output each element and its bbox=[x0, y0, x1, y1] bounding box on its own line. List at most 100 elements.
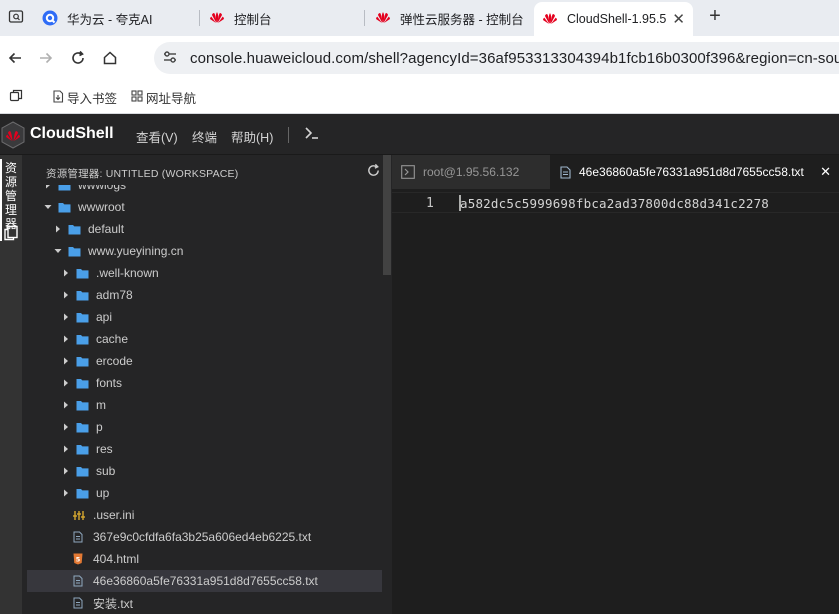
chevron-right-icon[interactable] bbox=[61, 400, 71, 410]
cloudshell-header: CloudShell 查看(V) 终端 帮助(H) bbox=[0, 114, 839, 155]
tree-item-label: api bbox=[96, 310, 113, 324]
tree-folder[interactable]: m bbox=[27, 394, 382, 416]
editor-tab-file[interactable]: 46e36860a5fe76331a951d8d7655cc58.txt ✕ bbox=[550, 155, 839, 189]
tree-item-label: sub bbox=[96, 464, 116, 478]
tree-folder[interactable]: www.yueyining.cn bbox=[27, 240, 382, 262]
tree-folder[interactable]: wwwlogs bbox=[27, 185, 382, 196]
tree-file[interactable]: 安装.txt bbox=[27, 592, 382, 614]
tree-folder[interactable]: adm78 bbox=[27, 284, 382, 306]
tree-folder[interactable]: res bbox=[27, 438, 382, 460]
chevron-down-icon[interactable] bbox=[53, 246, 63, 256]
menu-divider bbox=[288, 127, 289, 143]
tree-folder[interactable]: api bbox=[27, 306, 382, 328]
tree-item-label: m bbox=[96, 398, 106, 412]
tree-folder[interactable]: wwwroot bbox=[27, 196, 382, 218]
browser-tab-console[interactable]: 控制台 bbox=[209, 4, 359, 32]
bookmark-nav[interactable]: 网址导航 bbox=[131, 88, 196, 107]
chevron-right-icon[interactable] bbox=[61, 312, 71, 322]
browser-tab-ecs[interactable]: 弹性云服务器 - 控制台 bbox=[375, 4, 530, 32]
browser-tab-strip: 华为云 - 夸克AI 控制台 弹性云服务器 - 控制台 CloudShell-1… bbox=[0, 0, 839, 36]
chevron-down-icon[interactable] bbox=[43, 202, 53, 212]
text-file-icon bbox=[73, 597, 87, 609]
import-bookmark-icon bbox=[52, 89, 64, 106]
tab-groups-icon[interactable] bbox=[9, 89, 23, 108]
bookmark-label: 网址导航 bbox=[146, 92, 197, 106]
chevron-right-icon[interactable] bbox=[61, 378, 71, 388]
address-bar-row: console.huaweicloud.com/shell?agencyId=3… bbox=[0, 36, 839, 80]
tree-file[interactable]: .user.ini bbox=[27, 504, 382, 526]
chevron-right-icon[interactable] bbox=[61, 334, 71, 344]
site-settings-icon[interactable] bbox=[162, 49, 178, 70]
terminal-prompt-icon[interactable] bbox=[304, 126, 320, 144]
close-tab-icon[interactable]: ✕ bbox=[672, 10, 685, 28]
huawei-logo-icon bbox=[375, 10, 391, 26]
tree-folder[interactable]: .well-known bbox=[27, 262, 382, 284]
browser-tab-cloudshell[interactable]: CloudShell-1.95.5 ✕ bbox=[534, 2, 693, 36]
tree-item-label: adm78 bbox=[96, 288, 133, 302]
tree-file[interactable]: 46e36860a5fe76331a951d8d7655cc58.txt bbox=[27, 570, 382, 592]
config-file-icon bbox=[73, 509, 87, 521]
chevron-right-icon[interactable] bbox=[43, 185, 53, 190]
editor-tab-label: root@1.95.56.132 bbox=[423, 165, 520, 179]
chevron-right-icon[interactable] bbox=[61, 488, 71, 498]
chevron-right-icon[interactable] bbox=[61, 422, 71, 432]
folder-icon bbox=[76, 311, 90, 323]
explorer-scrollbar[interactable] bbox=[382, 155, 392, 614]
menu-terminal[interactable]: 终端 bbox=[192, 127, 217, 146]
folder-icon bbox=[76, 465, 90, 477]
tree-item-label: www.yueyining.cn bbox=[88, 244, 184, 258]
tree-folder[interactable]: sub bbox=[27, 460, 382, 482]
chevron-right-icon[interactable] bbox=[61, 268, 71, 278]
tree-folder[interactable]: fonts bbox=[27, 372, 382, 394]
chevron-right-icon[interactable] bbox=[61, 290, 71, 300]
folder-icon bbox=[76, 377, 90, 389]
tree-item-label: 404.html bbox=[93, 552, 140, 566]
folder-icon bbox=[58, 201, 72, 213]
tree-item-label: 安装.txt bbox=[93, 596, 134, 611]
scrollbar-thumb[interactable] bbox=[383, 155, 391, 275]
chevron-right-icon[interactable] bbox=[61, 356, 71, 366]
file-content-line[interactable]: a582dc5c5999698fbca2ad37800dc88d341c2278 bbox=[460, 196, 769, 211]
menu-help[interactable]: 帮助(H) bbox=[231, 127, 273, 146]
folder-icon bbox=[76, 267, 90, 279]
app-title: CloudShell bbox=[30, 125, 114, 142]
text-file-icon bbox=[73, 531, 87, 543]
copy-files-icon[interactable] bbox=[3, 225, 19, 246]
forward-icon[interactable] bbox=[35, 47, 57, 69]
refresh-icon[interactable] bbox=[366, 163, 381, 183]
editor-tab-terminal[interactable]: root@1.95.56.132 bbox=[392, 155, 550, 189]
new-tab-button[interactable]: + bbox=[706, 5, 724, 28]
tab-separator bbox=[199, 10, 200, 26]
tree-file[interactable]: 5 404.html bbox=[27, 548, 382, 570]
bookmark-import[interactable]: 导入书签 bbox=[52, 88, 117, 107]
active-indicator bbox=[0, 159, 2, 241]
home-icon[interactable] bbox=[99, 47, 121, 69]
huawei-cloud-logo-icon bbox=[0, 120, 26, 150]
browser-tab-quark[interactable]: 华为云 - 夸克AI bbox=[42, 4, 202, 32]
tree-folder[interactable]: default bbox=[27, 218, 382, 240]
text-file-icon bbox=[73, 575, 87, 587]
tree-file[interactable]: 367e9c0cfdfa6fa3b25a606ed4eb6225.txt bbox=[27, 526, 382, 548]
folder-icon bbox=[76, 333, 90, 345]
chevron-right-icon[interactable] bbox=[53, 224, 63, 234]
tab-search-icon[interactable] bbox=[6, 8, 26, 26]
chevron-right-icon[interactable] bbox=[61, 444, 71, 454]
url-bar[interactable]: console.huaweicloud.com/shell?agencyId=3… bbox=[154, 42, 839, 74]
chevron-right-icon[interactable] bbox=[61, 466, 71, 476]
tree-item-label: res bbox=[96, 442, 113, 456]
file-tree: wwwlogs wwwroot default www.yueyining.cn .we… bbox=[27, 185, 382, 614]
reload-icon[interactable] bbox=[67, 47, 89, 69]
huawei-logo-icon bbox=[542, 11, 558, 27]
explorer-activity-label[interactable]: 资源管理器 bbox=[3, 161, 19, 231]
url-text[interactable]: console.huaweicloud.com/shell?agencyId=3… bbox=[190, 50, 839, 67]
back-icon[interactable] bbox=[4, 47, 26, 69]
close-editor-tab-icon[interactable]: ✕ bbox=[820, 164, 831, 180]
tree-item-label: 46e36860a5fe76331a951d8d7655cc58.txt bbox=[93, 574, 318, 588]
tree-item-label: ercode bbox=[96, 354, 133, 368]
tree-folder[interactable]: up bbox=[27, 482, 382, 504]
tree-folder[interactable]: cache bbox=[27, 328, 382, 350]
menu-view[interactable]: 查看(V) bbox=[136, 127, 178, 146]
tree-item-label: .well-known bbox=[96, 266, 159, 280]
tree-folder[interactable]: ercode bbox=[27, 350, 382, 372]
tree-folder[interactable]: p bbox=[27, 416, 382, 438]
